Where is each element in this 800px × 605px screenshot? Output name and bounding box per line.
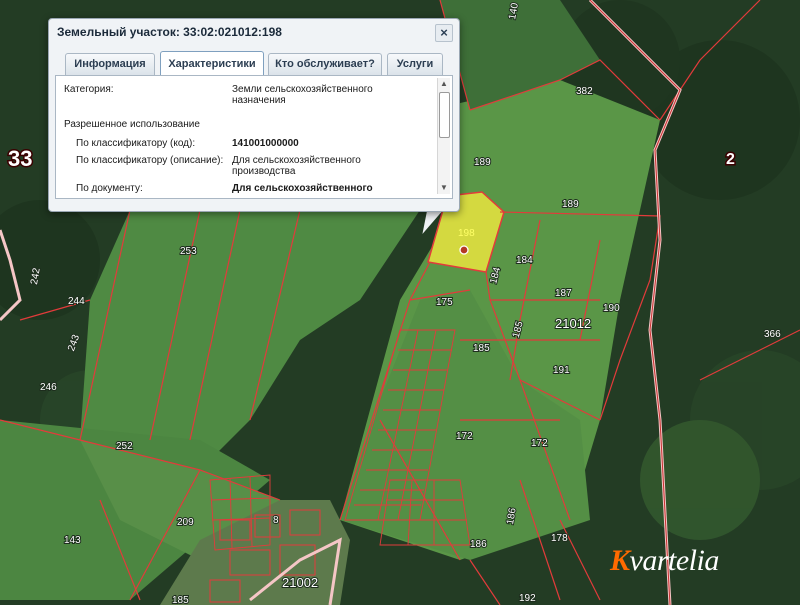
parcel-label: 209 <box>177 517 194 528</box>
parcel-label: 382 <box>576 86 593 97</box>
quarter-label: 21012 <box>555 316 591 331</box>
parcel-label: 175 <box>436 297 453 308</box>
district-label: 33 <box>8 146 32 171</box>
classifier-code-label: По классификатору (код): <box>76 138 196 149</box>
tab-information[interactable]: Информация <box>65 53 155 75</box>
quarter-label: 21002 <box>282 575 318 590</box>
parcel-label: 244 <box>68 296 85 307</box>
parcel-label: 186 <box>470 539 487 550</box>
classifier-desc-value: Для сельскохозяйственного производства <box>232 155 361 177</box>
parcel-label: 143 <box>64 535 81 546</box>
by-document-label: По документу: <box>76 183 143 194</box>
parcel-info-popup: Земельный участок: 33:02:021012:198 × Ин… <box>48 18 460 212</box>
scroll-down-arrow-icon[interactable]: ▼ <box>438 182 450 194</box>
tab-services[interactable]: Услуги <box>387 53 443 75</box>
parcel-label: 187 <box>555 288 572 299</box>
parcel-label: 172 <box>456 431 473 442</box>
parcel-label: 185 <box>473 343 490 354</box>
tab-who-serves[interactable]: Кто обслуживает? <box>268 53 382 75</box>
parcel-label: 8 <box>273 515 279 526</box>
watermark-rest: vartelia <box>629 544 720 577</box>
permitted-use-label: Разрешенное использование <box>64 119 200 130</box>
classifier-code-value: 141001000000 <box>232 138 299 149</box>
parcel-label: 184 <box>516 255 533 266</box>
category-value: Земли сельскохозяйственного назначения <box>232 84 373 106</box>
parcel-label: 252 <box>116 441 133 452</box>
tab-characteristics[interactable]: Характеристики <box>160 51 264 76</box>
category-label: Категория: <box>64 84 114 95</box>
parcel-label: 190 <box>603 303 620 314</box>
parcel-label: 189 <box>562 199 579 210</box>
parcel-label: 189 <box>474 157 491 168</box>
popup-title: Земельный участок: 33:02:021012:198 <box>57 25 282 39</box>
parcel-label: 192 <box>519 593 536 604</box>
parcel-label: 185 <box>172 595 189 605</box>
classifier-desc-label: По классификатору (описание): <box>76 155 224 166</box>
watermark-logo: Kvartelia <box>610 544 719 578</box>
scroll-up-arrow-icon[interactable]: ▲ <box>438 78 450 90</box>
parcel-label: 178 <box>551 533 568 544</box>
parcel-label: 253 <box>180 246 197 257</box>
characteristics-panel: Категория: Земли сельскохозяйственного н… <box>55 75 453 199</box>
vertical-scrollbar[interactable]: ▲ ▼ <box>437 78 450 194</box>
by-document-value: Для сельскохозяйственного <box>232 183 373 194</box>
parcel-label: 366 <box>764 329 781 340</box>
parcel-label: 198 <box>458 228 475 239</box>
close-icon[interactable]: × <box>435 24 453 42</box>
district-label: 2 <box>726 151 735 168</box>
watermark-first-letter: K <box>610 544 630 577</box>
selected-parcel-marker[interactable] <box>459 245 469 255</box>
parcel-label: 172 <box>531 438 548 449</box>
parcel-label: 246 <box>40 382 57 393</box>
scroll-thumb[interactable] <box>439 92 450 138</box>
parcel-label: 191 <box>553 365 570 376</box>
